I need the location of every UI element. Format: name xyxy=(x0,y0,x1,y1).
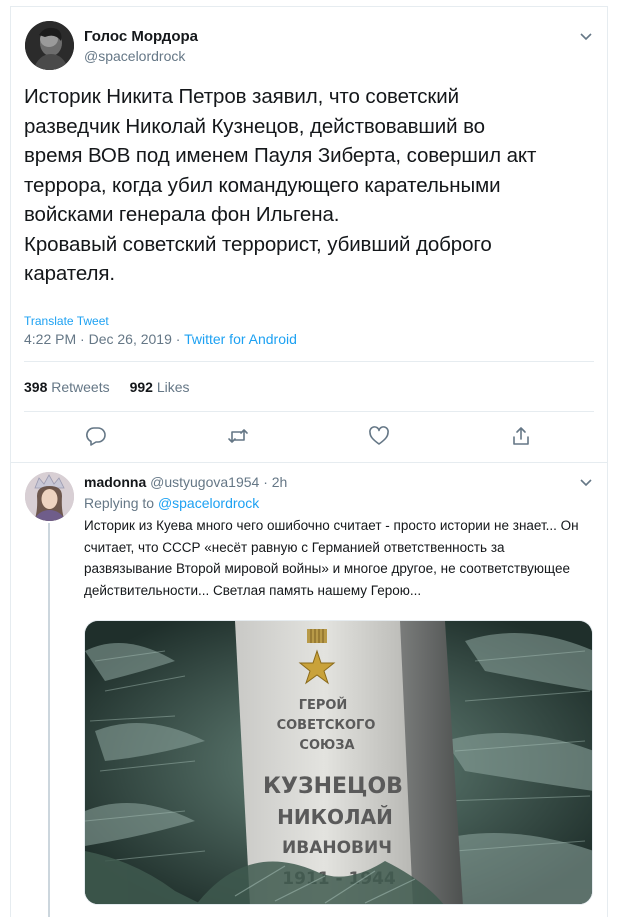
display-name[interactable]: Голос Мордора xyxy=(84,28,198,45)
tweet-text-line: разведчик Николай Кузнецов, действовавши… xyxy=(24,114,485,138)
tweet-text-line: войсками генерала фон Ильгена. xyxy=(24,203,340,226)
photo-inscription: КУЗНЕЦОВ xyxy=(263,774,403,799)
reply-tweet[interactable]: madonna @ustyugova1954 · 2h Replying to … xyxy=(11,462,607,917)
photo-inscription: СОЮЗА xyxy=(299,738,354,753)
username-handle[interactable]: @spacelordrock xyxy=(84,48,185,64)
divider xyxy=(24,361,594,362)
mention-link[interactable]: @spacelordrock xyxy=(158,495,259,511)
tweet-text: Историк Никита Петров заявил, что советс… xyxy=(24,82,594,289)
photo-inscription: ГЕРОЙ xyxy=(299,697,348,713)
photo-inscription: СОВЕТСКОГО xyxy=(277,718,376,733)
timestamp[interactable]: 4:22 PM · Dec 26, 2019 · xyxy=(24,331,184,347)
translate-tweet-link[interactable]: Translate Tweet xyxy=(24,314,109,328)
tweet-text-line: Историк Никита Петров заявил, что советс… xyxy=(24,85,459,108)
share-icon[interactable] xyxy=(510,425,532,447)
likes-count: 992 xyxy=(129,379,153,395)
tweet-actions xyxy=(11,425,607,447)
chevron-down-icon[interactable] xyxy=(579,29,593,43)
retweets-count: 398 xyxy=(24,379,48,395)
tweet-text-line: террора, когда убил командующего карател… xyxy=(24,173,501,197)
likes-stat[interactable]: 992 Likes xyxy=(130,379,190,395)
likes-label: Likes xyxy=(156,379,190,395)
photo-inscription: НИКОЛАЙ xyxy=(277,805,393,829)
retweets-label: Retweets xyxy=(51,379,110,395)
retweets-stat[interactable]: 398 Retweets xyxy=(24,379,110,395)
heart-icon[interactable] xyxy=(368,425,390,447)
replying-to-label: Replying to xyxy=(84,495,158,511)
tweet-text: Историк из Куева много чего ошибочно счи… xyxy=(84,518,579,598)
tweet-photo[interactable]: ГЕРОЙ СОВЕТСКОГО СОЮЗА КУЗНЕЦОВ НИКОЛАЙ … xyxy=(84,620,593,905)
replying-to: Replying to @spacelordrock xyxy=(84,495,259,511)
chevron-down-icon[interactable] xyxy=(579,475,593,489)
main-tweet: Голос Мордора @spacelordrock Историк Ник… xyxy=(11,7,607,462)
tweet-stats: 398 Retweets 992 Likes xyxy=(24,379,190,395)
username-handle[interactable]: @ustyugova1954 · 2h xyxy=(146,474,287,490)
display-name[interactable]: madonna xyxy=(84,474,146,490)
avatar[interactable] xyxy=(25,21,74,70)
tweet-text-line: карателя. xyxy=(24,262,115,285)
thread-line xyxy=(48,523,50,917)
reply-header: madonna @ustyugova1954 · 2h xyxy=(84,474,287,490)
tweet-text-line: Кровавый советский террорист, убивший до… xyxy=(24,232,492,256)
retweet-icon[interactable] xyxy=(227,425,249,447)
tweet-text-line: время ВОВ под именем Пауля Зиберта, сове… xyxy=(24,144,537,167)
photo-inscription: ИВАНОВИЧ xyxy=(282,838,392,858)
source-link[interactable]: Twitter for Android xyxy=(184,331,297,347)
reply-icon[interactable] xyxy=(85,425,107,447)
tweet-meta: 4:22 PM · Dec 26, 2019 · Twitter for And… xyxy=(24,331,297,347)
divider xyxy=(24,411,594,412)
avatar[interactable] xyxy=(25,472,74,521)
